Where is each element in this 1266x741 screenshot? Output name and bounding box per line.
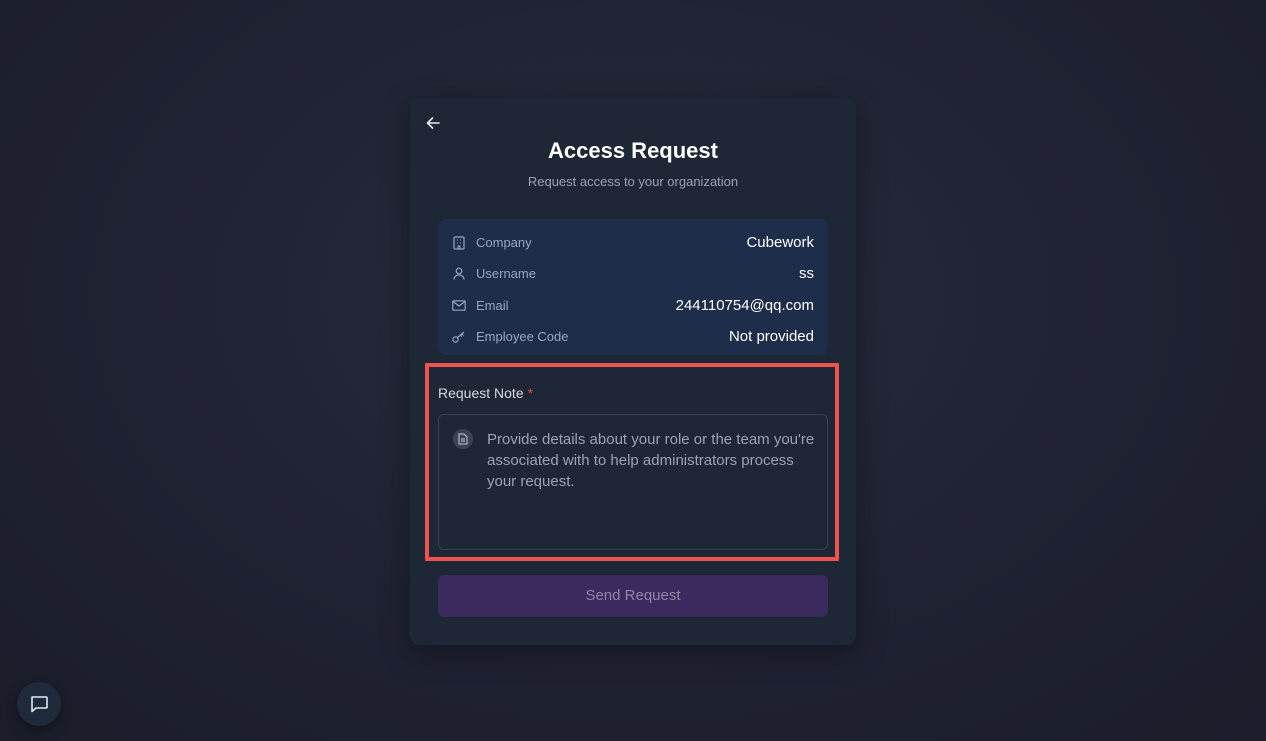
building-icon xyxy=(452,236,466,250)
info-label: Employee Code xyxy=(476,329,569,345)
send-request-button[interactable]: Send Request xyxy=(438,575,828,617)
page-subtitle: Request access to your organization xyxy=(527,174,739,189)
user-info-panel: Company Cubework Username ss Email 24411… xyxy=(438,219,828,355)
request-note-input[interactable] xyxy=(487,429,817,539)
info-value: ss xyxy=(799,265,814,283)
required-mark: * xyxy=(527,385,534,401)
mail-icon xyxy=(452,298,466,312)
info-value: Not provided xyxy=(728,328,814,346)
arrow-left-icon xyxy=(426,117,440,129)
info-row-employee-code: Employee Code Not provided xyxy=(452,321,814,352)
request-note-label: Request Note * xyxy=(438,385,533,401)
back-button[interactable] xyxy=(424,114,442,132)
info-value: 244110754@qq.com xyxy=(675,296,814,314)
info-label: Company xyxy=(476,235,532,251)
chat-button[interactable] xyxy=(17,682,61,726)
request-note-field[interactable] xyxy=(438,414,828,550)
info-label: Username xyxy=(476,266,536,282)
access-request-card: Access Request Request access to your or… xyxy=(410,98,856,645)
page-title: Access Request xyxy=(548,138,718,163)
info-row-username: Username ss xyxy=(452,258,814,289)
request-note-label-text: Request Note xyxy=(438,385,524,401)
info-value: Cubework xyxy=(746,234,814,252)
info-row-company: Company Cubework xyxy=(452,227,814,258)
document-icon xyxy=(453,429,473,449)
message-square-icon xyxy=(31,696,48,713)
info-label: Email xyxy=(476,297,509,313)
info-row-email: Email 244110754@qq.com xyxy=(452,290,814,321)
user-icon xyxy=(452,267,466,281)
key-icon xyxy=(452,330,466,344)
